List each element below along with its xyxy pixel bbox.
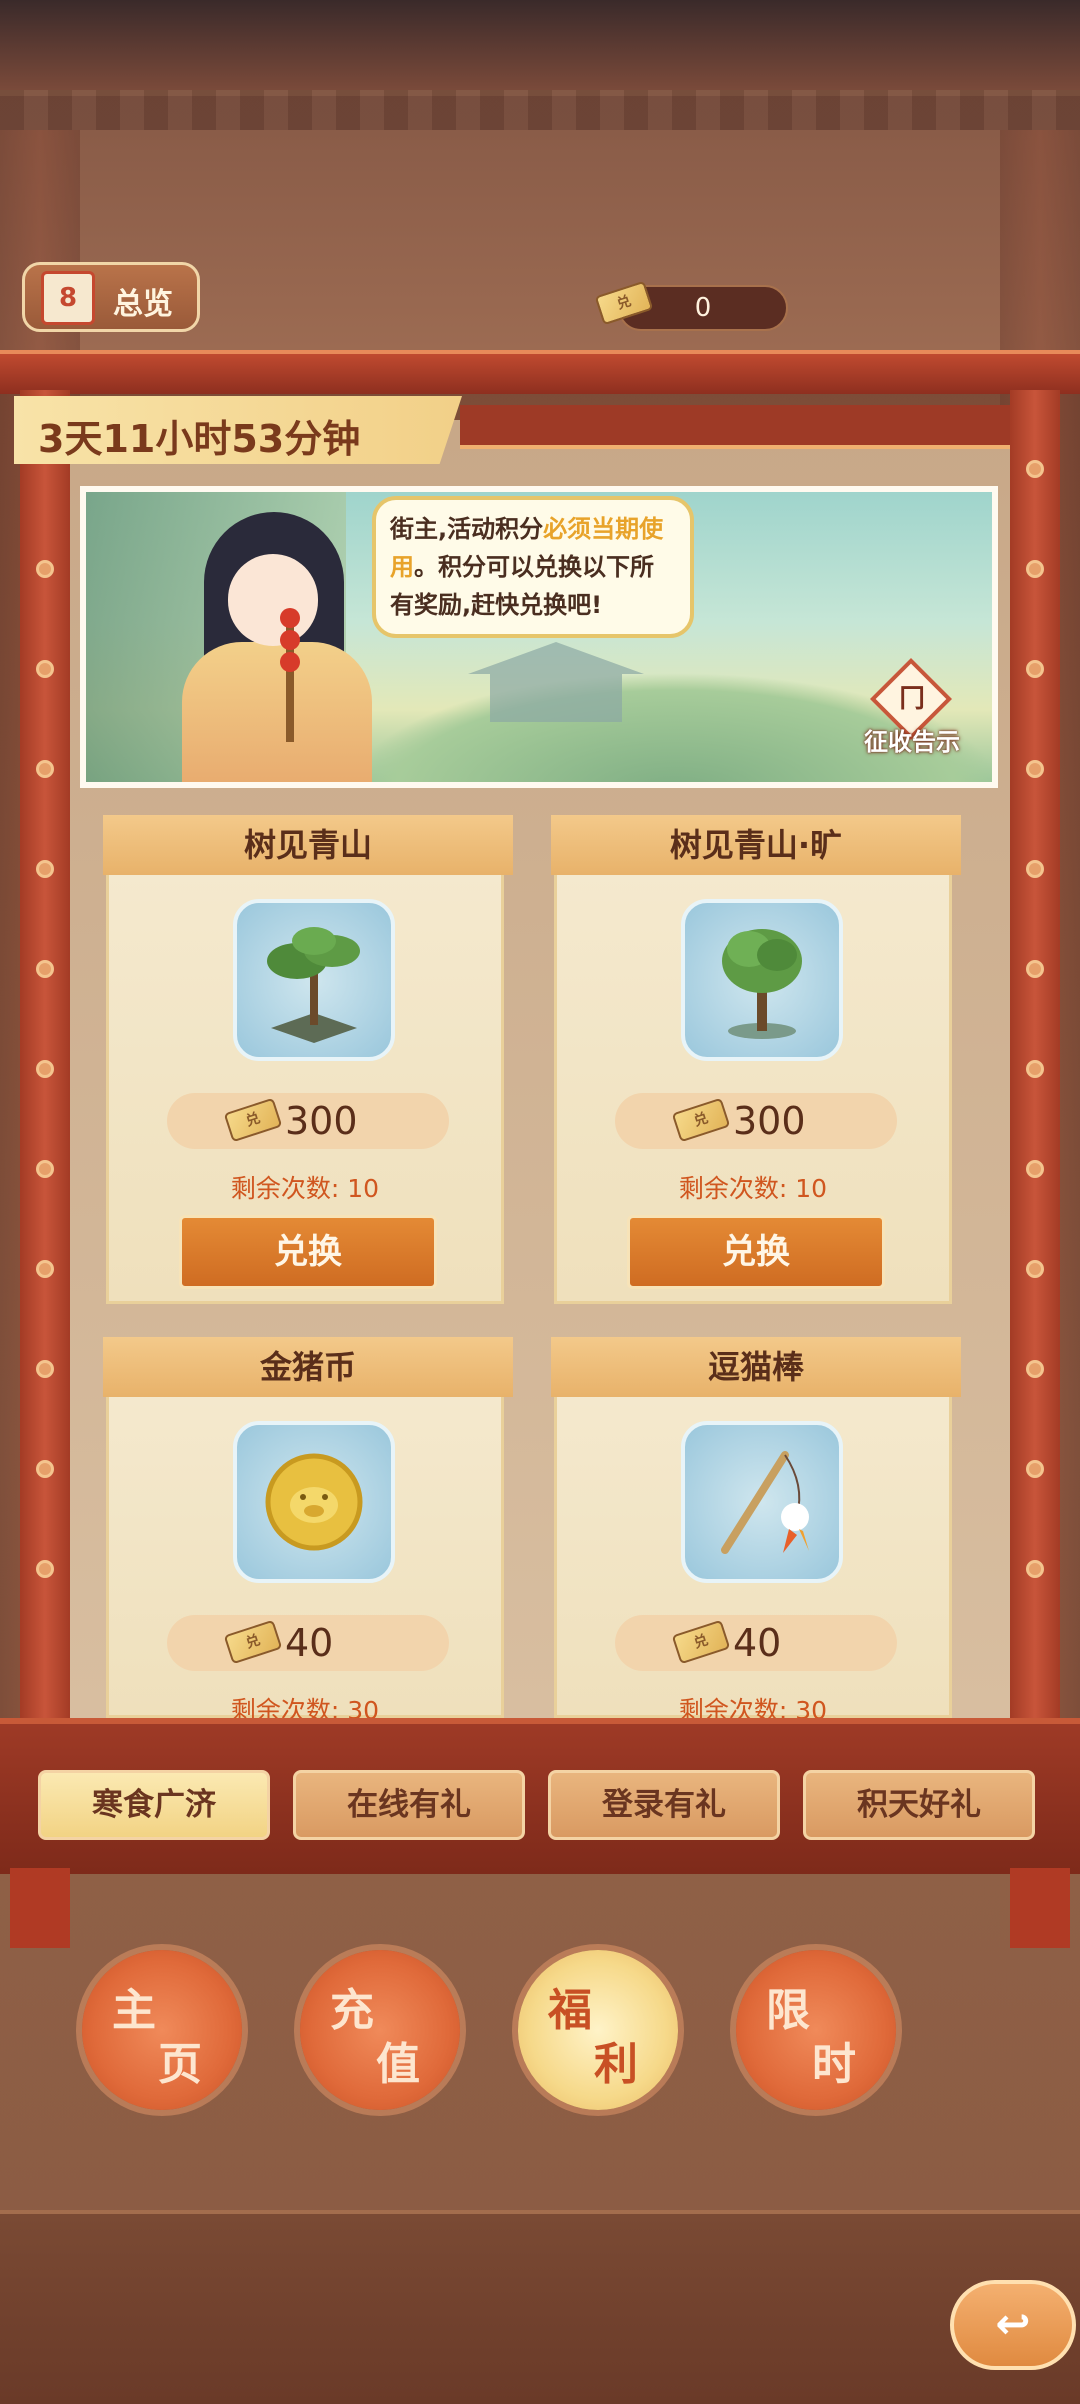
leg	[1010, 1868, 1070, 1948]
roof-ornament-band	[0, 90, 1080, 130]
candied-haw	[280, 608, 300, 628]
flower-ornament-icon	[36, 1060, 54, 1078]
reward-price: 40	[285, 1621, 334, 1665]
nav-char: 值	[376, 2039, 420, 2090]
gold-pig-coin-icon[interactable]	[233, 1421, 395, 1583]
nav-recharge-button[interactable]: 充 值	[300, 1950, 460, 2110]
flower-ornament-icon	[36, 760, 54, 778]
flower-ornament-icon	[1026, 860, 1044, 878]
character-robe	[182, 642, 372, 782]
flower-ornament-icon	[1026, 1060, 1044, 1078]
exchange-button[interactable]: 兑换	[179, 1215, 437, 1289]
flower-ornament-icon	[36, 1360, 54, 1378]
overview-label: 总览	[113, 287, 173, 322]
reward-card: 树见青山 兑 300 剩余次数: 10 兑换	[103, 815, 513, 1304]
flower-ornament-icon	[36, 560, 54, 578]
flower-ornament-icon	[1026, 560, 1044, 578]
flower-ornament-icon	[1026, 760, 1044, 778]
points-ticket-icon: 兑	[671, 1619, 731, 1665]
nav-char: 时	[812, 2039, 856, 2090]
flower-ornament-icon	[1026, 1160, 1044, 1178]
frame-right-pillar	[1010, 390, 1060, 1720]
leg	[10, 1868, 70, 1948]
points-ticket-icon: 兑	[223, 1619, 283, 1665]
reward-price: 300	[733, 1099, 806, 1143]
flower-ornament-icon	[1026, 960, 1044, 978]
frame-top-beam	[0, 350, 1080, 394]
calendar-icon: 8	[41, 271, 95, 325]
speech-text: 街主,活动积分	[390, 515, 544, 543]
flower-ornament-icon	[36, 1160, 54, 1178]
event-timer-banner: 3天11小时53分钟	[14, 396, 462, 464]
reward-remaining: 剩余次数: 10	[678, 1174, 828, 1203]
nav-char: 限	[766, 1985, 810, 2036]
nav-home-button[interactable]: 主 页	[82, 1950, 242, 2110]
tab-bar-legs	[10, 1868, 1070, 1948]
reward-card: 金猪币 兑 40 剩余次数: 30	[103, 1337, 513, 1725]
reward-card: 逗猫棒 兑 40 剩余次数: 30	[551, 1337, 961, 1725]
reward-name: 树见青山·旷	[551, 815, 961, 875]
nav-char: 利	[594, 2039, 638, 2090]
points-ticket-icon: 兑	[223, 1097, 283, 1143]
flower-ornament-icon	[1026, 460, 1044, 478]
collection-notice-button[interactable]: 冂 征收告示	[862, 657, 962, 758]
flower-ornament-icon	[1026, 660, 1044, 678]
price-pill: 兑 40	[615, 1615, 897, 1671]
tab-online-gift[interactable]: 在线有礼	[293, 1770, 525, 1840]
flower-ornament-icon	[1026, 1560, 1044, 1578]
reward-card: 树见青山·旷 兑 300 剩余次数: 10 兑换	[551, 815, 961, 1304]
exchange-button[interactable]: 兑换	[627, 1215, 885, 1289]
flower-ornament-icon	[1026, 1460, 1044, 1478]
reward-price: 40	[733, 1621, 782, 1665]
nav-char: 福	[548, 1985, 592, 2036]
price-pill: 兑 300	[167, 1093, 449, 1149]
flower-ornament-icon	[1026, 1360, 1044, 1378]
reward-remaining: 剩余次数: 10	[230, 1174, 380, 1203]
character-speech-bubble: 街主,活动积分必须当期使用。积分可以兑换以下所有奖励,赶快兑换吧!	[372, 496, 694, 638]
back-arrow-icon: ↩	[995, 2299, 1031, 2348]
nav-char: 充	[330, 1985, 374, 2036]
back-button[interactable]: ↩	[950, 2280, 1076, 2370]
tree-item-icon[interactable]	[681, 899, 843, 1061]
flower-ornament-icon	[1026, 1260, 1044, 1278]
price-pill: 兑 300	[615, 1093, 897, 1149]
flower-ornament-icon	[36, 860, 54, 878]
tree-item-icon[interactable]	[233, 899, 395, 1061]
frame-inner-beam	[460, 405, 1010, 449]
flower-ornament-icon	[36, 1260, 54, 1278]
tab-login-gift[interactable]: 登录有礼	[548, 1770, 780, 1840]
roof-eaves	[0, 0, 1080, 96]
points-ticket-icon: 兑	[671, 1097, 731, 1143]
nav-welfare-button[interactable]: 福 利	[518, 1950, 678, 2110]
candied-haw	[280, 652, 300, 672]
price-pill: 兑 40	[167, 1615, 449, 1671]
floor	[0, 2210, 1080, 2404]
notice-label: 征收告示	[864, 728, 960, 756]
frame-left-pillar	[20, 390, 70, 1720]
tab-cumulative-gift[interactable]: 积天好礼	[803, 1770, 1035, 1840]
overview-button[interactable]: 8 总览	[22, 262, 200, 332]
cat-teaser-icon[interactable]	[681, 1421, 843, 1583]
reward-price: 300	[285, 1099, 358, 1143]
flower-ornament-icon	[36, 1460, 54, 1478]
speech-text-rest: 。积分可以兑换以下所有奖励,赶快兑换吧!	[390, 553, 654, 619]
tab-hanshi-guangji[interactable]: 寒食广济	[38, 1770, 270, 1840]
nav-limited-button[interactable]: 限 时	[736, 1950, 896, 2110]
event-timer: 3天11小时53分钟	[38, 417, 361, 461]
reward-name: 树见青山	[103, 815, 513, 875]
character-face	[228, 554, 318, 646]
reward-name: 金猪币	[103, 1337, 513, 1397]
flower-ornament-icon	[36, 1560, 54, 1578]
flower-ornament-icon	[36, 660, 54, 678]
candied-haw	[280, 630, 300, 650]
nav-char: 主	[112, 1985, 156, 2036]
flower-ornament-icon	[36, 960, 54, 978]
nav-char: 页	[158, 2039, 202, 2090]
reward-name: 逗猫棒	[551, 1337, 961, 1397]
gate-icon: 冂	[898, 684, 925, 714]
